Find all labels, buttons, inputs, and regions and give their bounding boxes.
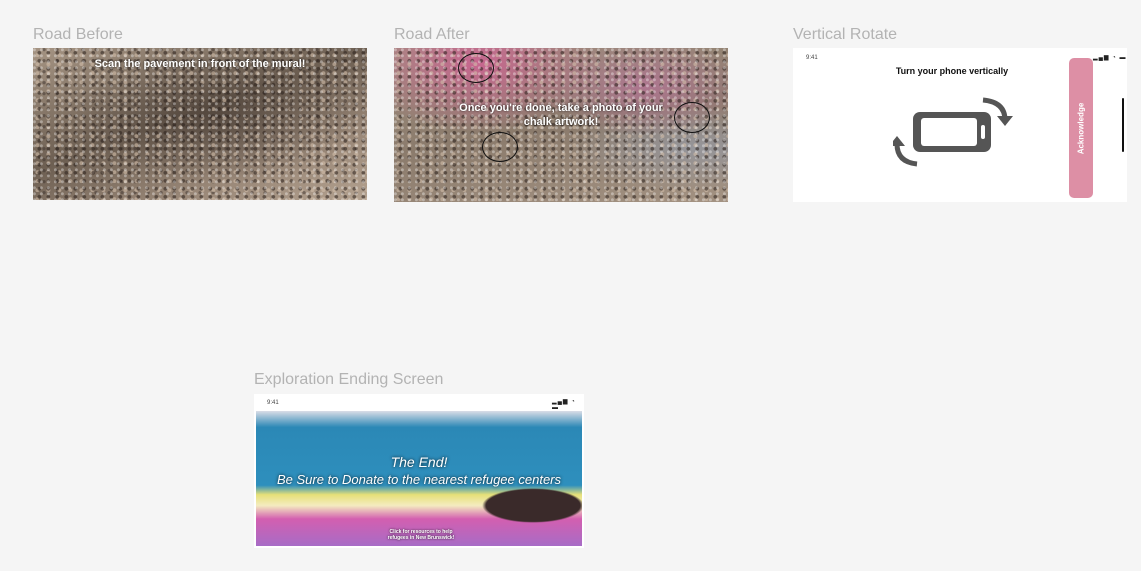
frame-label-road-after: Road After [394, 26, 470, 43]
frame-label-road-before: Road Before [33, 26, 123, 43]
end-headline: The End! [390, 454, 448, 470]
mural-image: The End! Be Sure to Donate to the neares… [256, 411, 582, 546]
road-before-frame[interactable]: Scan the pavement in front of the mural! [33, 48, 367, 200]
status-time: 9:41 [267, 400, 279, 406]
status-time: 9:41 [806, 55, 818, 61]
resources-link[interactable]: Click for resources to help refugees in … [381, 529, 461, 541]
road-before-instruction: Scan the pavement in front of the mural! [94, 58, 306, 70]
acknowledge-label: Acknowledge [1076, 102, 1086, 154]
ending-frame: 9:41 ▂▄▆ ◔ ▬ The End! Be Sure to Donate … [254, 394, 584, 548]
status-icons: ▂▄▆ ◔ ▬ [552, 399, 576, 411]
vertical-rotate-frame: 9:41 ▂▄▆ ◔ ▬ Turn your phone vertically … [793, 48, 1127, 202]
rotate-phone-icon [893, 97, 1013, 167]
home-indicator [1122, 98, 1124, 152]
status-icons: ▂▄▆ ◔ ▬ [1093, 55, 1127, 61]
chalk-target-circle[interactable] [458, 53, 494, 83]
acknowledge-button[interactable]: Acknowledge [1069, 58, 1093, 198]
frame-label-ending: Exploration Ending Screen [254, 371, 444, 388]
road-after-frame[interactable]: Once you're done, take a photo of your c… [394, 48, 728, 202]
frame-label-vertical-rotate: Vertical Rotate [793, 26, 898, 43]
rotate-title: Turn your phone vertically [895, 66, 1009, 76]
road-after-instruction: Once you're done, take a photo of your c… [459, 102, 663, 128]
chalk-target-circle[interactable] [482, 132, 518, 162]
donate-message: Be Sure to Donate to the nearest refugee… [276, 472, 561, 487]
